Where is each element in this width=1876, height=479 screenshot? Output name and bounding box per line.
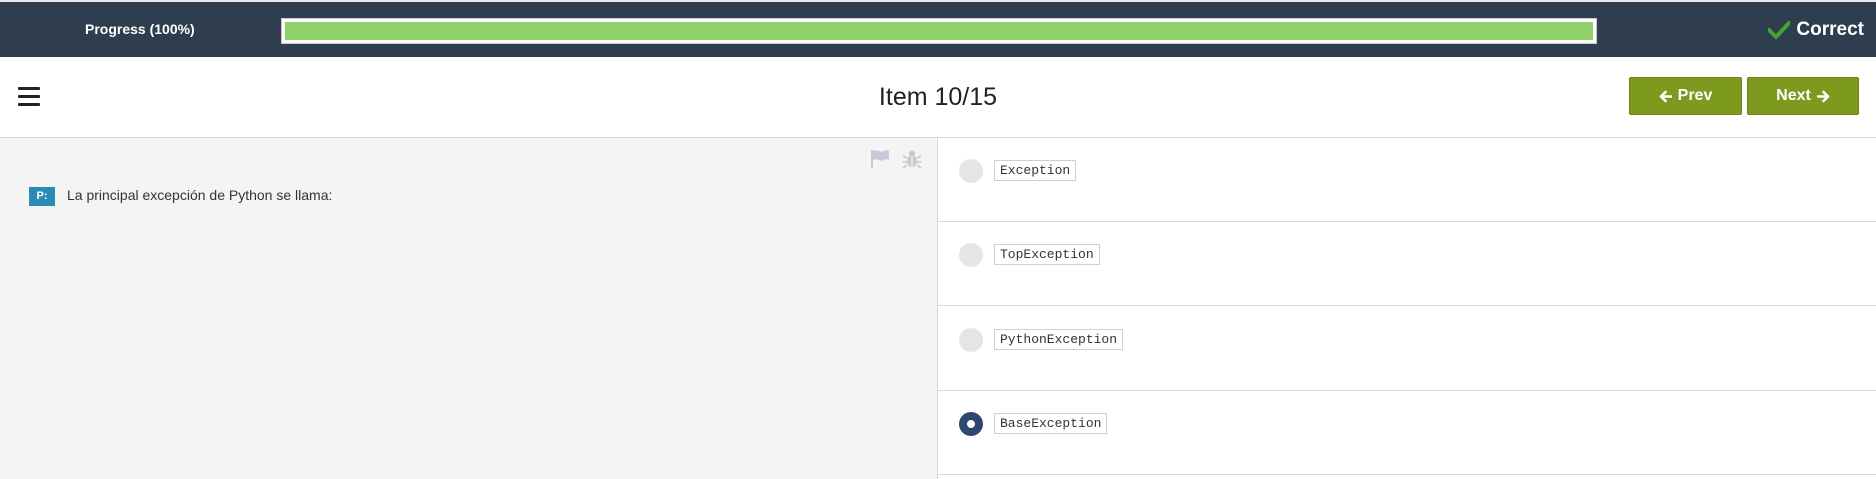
radio-button[interactable] <box>959 243 983 267</box>
option-label: Exception <box>994 160 1077 181</box>
radio-button[interactable] <box>959 328 983 352</box>
arrow-left-icon <box>1659 90 1672 102</box>
option-label: BaseException <box>994 413 1108 434</box>
item-header: Item 10/15 Prev Next <box>0 57 1876 138</box>
question-tools <box>869 148 923 170</box>
question-text: La principal excepción de Python se llam… <box>67 187 333 203</box>
radio-button[interactable] <box>959 159 983 183</box>
status-correct: Correct <box>1768 19 1864 41</box>
question-panel: P: La principal excepción de Python se l… <box>0 138 938 479</box>
option-1[interactable]: Exception <box>938 138 1876 222</box>
bug-icon[interactable] <box>901 148 923 170</box>
question-badge: P: <box>29 187 55 206</box>
option-4[interactable]: BaseException <box>938 391 1876 475</box>
checkmark-icon <box>1768 21 1791 39</box>
option-label: TopException <box>994 244 1100 265</box>
arrow-right-icon <box>1816 90 1830 102</box>
next-button[interactable]: Next <box>1747 77 1859 115</box>
prev-button[interactable]: Prev <box>1629 77 1742 115</box>
progress-bar-header: Progress (100%) Correct <box>0 0 1876 57</box>
radio-button-selected[interactable] <box>959 412 983 436</box>
prev-button-label: Prev <box>1677 87 1713 104</box>
progress-track <box>281 18 1597 44</box>
option-3[interactable]: PythonException <box>938 307 1876 391</box>
option-label: PythonException <box>994 329 1124 350</box>
item-title: Item 10/15 <box>878 83 998 111</box>
next-button-label: Next <box>1776 87 1811 104</box>
option-2[interactable]: TopException <box>938 222 1876 306</box>
answer-options: Exception TopException PythonException B… <box>938 138 1876 479</box>
flag-icon[interactable] <box>869 148 891 170</box>
status-text: Correct <box>1796 19 1864 40</box>
progress-label: Progress (100%) <box>85 21 195 37</box>
progress-fill <box>285 22 1593 40</box>
